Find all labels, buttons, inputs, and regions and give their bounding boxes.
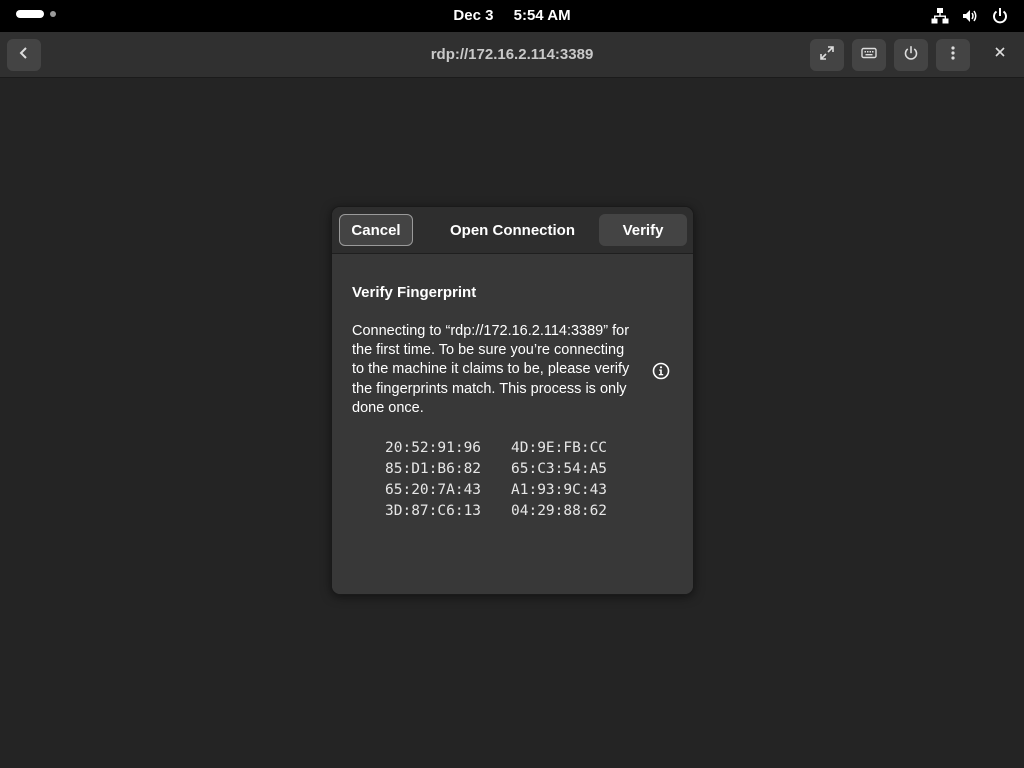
fingerprint-message: Connecting to “rdp://172.16.2.114:3389” … [352, 323, 630, 416]
dialog-header: Cancel Open Connection Verify [332, 207, 693, 254]
power-button[interactable] [894, 39, 928, 71]
fingerprint-cell: A1:93:9C:43 [511, 482, 608, 498]
fingerprint-cell: 20:52:91:96 [385, 440, 482, 456]
dialog-body: Verify Fingerprint Connecting to “rdp://… [332, 255, 693, 594]
close-button[interactable] [990, 44, 1010, 64]
verify-fingerprint-dialog: Cancel Open Connection Verify Verify Fin… [331, 206, 694, 595]
fullscreen-button[interactable] [810, 39, 844, 71]
power-icon [903, 45, 919, 66]
clock-time: 5:54 AM [513, 7, 571, 24]
fingerprint-cell: 65:20:7A:43 [385, 482, 482, 498]
fingerprint-cell: 85:D1:B6:82 [385, 461, 482, 477]
fingerprint-heading: Verify Fingerprint [352, 284, 477, 301]
fingerprint-cell: 04:29:88:62 [511, 503, 608, 519]
fingerprint-cell: 65:C3:54:A5 [511, 461, 608, 477]
main-menu-button[interactable] [936, 39, 970, 71]
close-icon [994, 45, 1006, 63]
power-status-icon [990, 6, 1010, 26]
fingerprint-cell: 3D:87:C6:13 [385, 503, 482, 519]
verify-button[interactable]: Verify [599, 214, 687, 246]
app-header-bar: rdp://172.16.2.114:3389 [0, 32, 1024, 78]
menu-icon [945, 45, 961, 66]
keyboard-icon [861, 45, 877, 66]
fullscreen-icon [819, 45, 835, 66]
clock[interactable]: Dec 3 5:54 AM [0, 7, 1024, 24]
keyboard-button[interactable] [852, 39, 886, 71]
clock-date: Dec 3 [453, 7, 494, 24]
volume-icon [960, 6, 980, 26]
fingerprint-grid: 20:52:91:96 4D:9E:FB:CC 85:D1:B6:82 65:C… [385, 439, 621, 521]
network-icon [930, 6, 950, 26]
info-icon[interactable] [651, 361, 671, 381]
system-top-bar: Dec 3 5:54 AM [0, 0, 1024, 32]
system-status-area[interactable] [930, 6, 1010, 26]
fingerprint-cell: 4D:9E:FB:CC [511, 440, 608, 456]
